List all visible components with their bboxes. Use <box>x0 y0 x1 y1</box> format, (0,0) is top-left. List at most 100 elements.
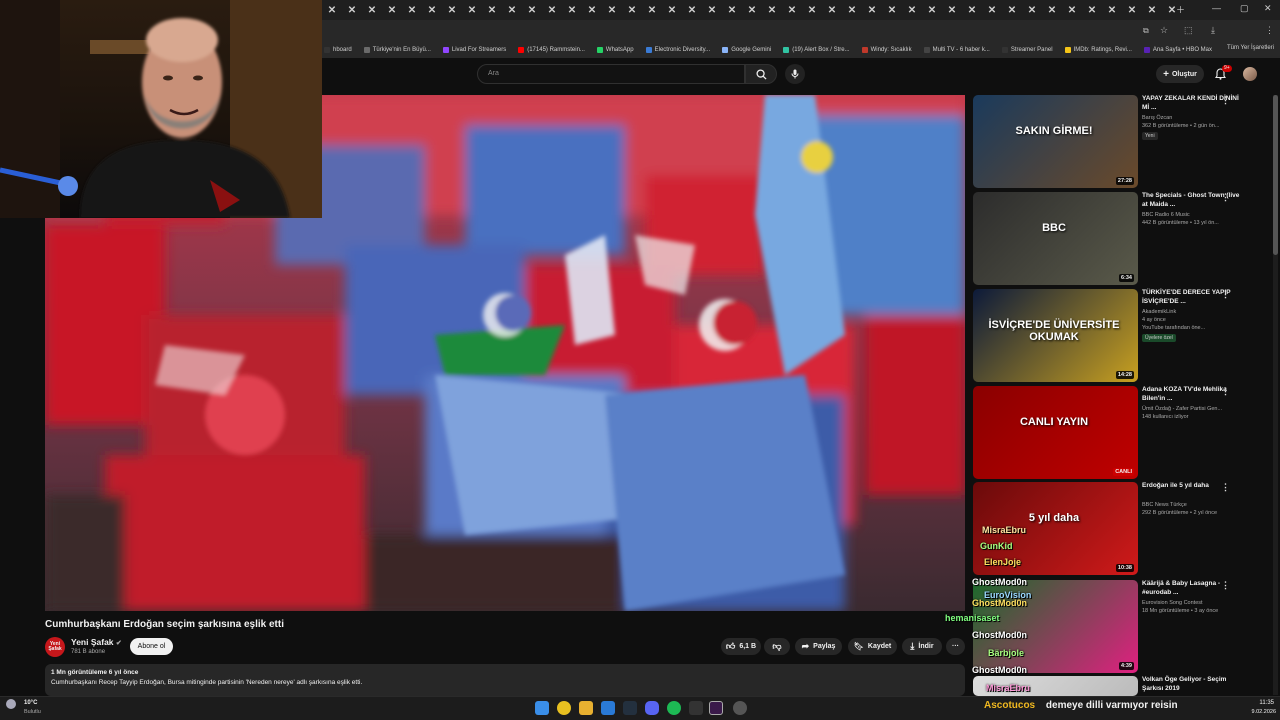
tab-close-icon[interactable]: ✕ <box>1142 5 1162 16</box>
recommendation-thumbnail[interactable]: BBC 6:34 <box>973 192 1138 285</box>
more-options-icon[interactable]: ⋮ <box>1221 386 1230 397</box>
recommendation-card[interactable]: İSVİÇRE'DE ÜNİVERSİTE OKUMAK 14:28 TÜRKİYE… <box>973 289 1273 382</box>
tab-close-icon[interactable]: ✕ <box>682 5 702 16</box>
tab-close-icon[interactable]: ✕ <box>782 5 802 16</box>
tab-close-icon[interactable]: ✕ <box>962 5 982 16</box>
cast-icon[interactable]: ⧉ <box>1143 26 1149 36</box>
recommendation-card[interactable]: CANLI YAYIN CANLI Adana KOZA TV'de Mehlika… <box>973 386 1273 479</box>
tab-close-icon[interactable]: ✕ <box>762 5 782 16</box>
tab-close-icon[interactable]: ✕ <box>1122 5 1142 16</box>
channel-avatar[interactable]: Yeni Şafak <box>45 637 65 657</box>
tab-close-icon[interactable]: ✕ <box>662 5 682 16</box>
recommendation-thumbnail[interactable]: CANLI YAYIN CANLI <box>973 386 1138 479</box>
bookmark-item[interactable]: Google Gemini <box>722 47 771 53</box>
recommendation-thumbnail[interactable]: SAKIN GİRME! 27:28 <box>973 95 1138 188</box>
tab-close-icon[interactable]: ✕ <box>322 5 342 16</box>
tab-close-icon[interactable]: ✕ <box>442 5 462 16</box>
save-button[interactable]: 🔖︎ Kaydet <box>848 638 897 655</box>
tab-close-icon[interactable]: ✕ <box>462 5 482 16</box>
obs-icon[interactable] <box>709 701 723 715</box>
bookmark-item[interactable]: Multi TV - 6 haber k... <box>923 47 990 53</box>
tab-close-icon[interactable]: ✕ <box>602 5 622 16</box>
tab-close-icon[interactable]: ✕ <box>982 5 1002 16</box>
tab-close-icon[interactable]: ✕ <box>1042 5 1062 16</box>
share-button[interactable]: ➦ Paylaş <box>795 638 842 655</box>
recommendation-thumbnail[interactable]: İSVİÇRE'DE ÜNİVERSİTE OKUMAK 14:28 <box>973 289 1138 382</box>
tab-close-icon[interactable]: ✕ <box>722 5 742 16</box>
tab-close-icon[interactable]: ✕ <box>422 5 442 16</box>
tab-close-icon[interactable]: ✕ <box>642 5 662 16</box>
tab-close-icon[interactable]: ✕ <box>942 5 962 16</box>
bookmark-item[interactable]: Windy: Sıcaklık <box>861 47 912 53</box>
tab-close-icon[interactable]: ✕ <box>1082 5 1102 16</box>
bookmark-item[interactable]: hboard <box>324 47 352 53</box>
account-avatar[interactable] <box>1243 67 1257 81</box>
bookmark-item[interactable]: (17145) Rammstein... <box>518 47 585 53</box>
download-icon[interactable]: ⤓ <box>1211 25 1215 36</box>
star-icon[interactable]: ☆ <box>1160 25 1168 36</box>
bookmark-item[interactable]: Türkiye'nin En Büyü... <box>363 47 431 53</box>
channel-name[interactable]: Yeni Şafak ✔ <box>71 637 122 647</box>
voice-search-button[interactable] <box>785 64 805 84</box>
more-actions-button[interactable]: ··· <box>946 638 965 655</box>
tab-close-icon[interactable]: ✕ <box>802 5 822 16</box>
tab-close-icon[interactable]: ✕ <box>742 5 762 16</box>
tab-close-icon[interactable]: ✕ <box>482 5 502 16</box>
bookmark-item[interactable]: Livad For Streamers <box>442 47 506 53</box>
tab-close-icon[interactable]: ✕ <box>502 5 522 16</box>
tab-close-icon[interactable]: ✕ <box>1002 5 1022 16</box>
tab-close-icon[interactable]: ✕ <box>882 5 902 16</box>
recommendation-card[interactable]: BBC 6:34 The Specials - Ghost Town (live a… <box>973 192 1273 285</box>
tab-close-icon[interactable]: ✕ <box>542 5 562 16</box>
tab-close-icon[interactable]: ✕ <box>702 5 722 16</box>
subscribe-button[interactable]: Abone ol <box>130 638 173 655</box>
tab-close-icon[interactable]: ✕ <box>522 5 542 16</box>
tab-close-icon[interactable]: ✕ <box>342 5 362 16</box>
discord-icon[interactable] <box>645 701 659 715</box>
dislike-button[interactable]: 👎︎ <box>764 638 790 655</box>
tab-close-icon[interactable]: ✕ <box>842 5 862 16</box>
chrome-icon[interactable] <box>557 701 571 715</box>
tab-close-icon[interactable]: ✕ <box>902 5 922 16</box>
tab-close-icon[interactable]: ✕ <box>822 5 842 16</box>
steam-icon[interactable] <box>623 701 637 715</box>
search-button[interactable] <box>745 64 777 84</box>
like-button[interactable]: 👍︎ 6,1 B <box>721 638 761 655</box>
tab-close-icon[interactable]: ✕ <box>582 5 602 16</box>
more-options-icon[interactable]: ⋮ <box>1221 192 1230 203</box>
tab-close-icon[interactable]: ✕ <box>862 5 882 16</box>
tab-close-icon[interactable]: ✕ <box>1022 5 1042 16</box>
download-button[interactable]: ⤓ İndir <box>902 638 942 655</box>
maximize-icon[interactable]: ▢ <box>1240 3 1249 14</box>
recommendation-card[interactable]: SAKIN GİRME! 27:28 YAPAY ZEKALAR KENDİ DİN… <box>973 95 1273 188</box>
all-bookmarks-link[interactable]: Tüm Yer İşaretleri <box>1227 45 1274 51</box>
description-box[interactable]: 1 Mn görüntüleme 6 yıl önce Cumhurbaşkan… <box>45 664 965 696</box>
bookmark-item[interactable]: IMDb: Ratings, Revi... <box>1064 47 1132 53</box>
spotify-icon[interactable] <box>667 701 681 715</box>
more-options-icon[interactable]: ⋮ <box>1221 95 1230 106</box>
epic-games-icon[interactable] <box>689 701 703 715</box>
extensions-icon[interactable]: ⬚ <box>1184 25 1193 36</box>
photos-icon[interactable] <box>601 701 615 715</box>
menu-icon[interactable]: ⋮ <box>1265 25 1274 36</box>
tab-close-icon[interactable]: ✕ <box>362 5 382 16</box>
tab-close-icon[interactable]: ✕ <box>622 5 642 16</box>
new-tab-icon[interactable]: ＋ <box>1176 3 1185 16</box>
search-input[interactable]: Ara <box>477 64 745 84</box>
bookmark-item[interactable]: Ana Sayfa • HBO Max <box>1143 47 1212 53</box>
more-options-icon[interactable]: ⋮ <box>1221 482 1230 493</box>
settings-icon[interactable] <box>733 701 747 715</box>
create-button[interactable]: + Oluştur <box>1156 65 1204 83</box>
tab-close-icon[interactable]: ✕ <box>1062 5 1082 16</box>
tab-close-icon[interactable]: ✕ <box>922 5 942 16</box>
start-icon[interactable] <box>535 701 549 715</box>
file-explorer-icon[interactable] <box>579 701 593 715</box>
bookmark-item[interactable]: (19) Alert Box / Stre... <box>783 47 850 53</box>
more-options-icon[interactable]: ⋮ <box>1221 580 1230 591</box>
bookmark-item[interactable]: Electronic Diversity... <box>645 47 710 53</box>
more-options-icon[interactable]: ⋮ <box>1221 289 1230 300</box>
scrollbar-thumb[interactable] <box>1273 95 1278 255</box>
tab-close-icon[interactable]: ✕ <box>402 5 422 16</box>
close-window-icon[interactable]: ✕ <box>1264 3 1272 14</box>
minimize-icon[interactable]: — <box>1212 3 1221 13</box>
